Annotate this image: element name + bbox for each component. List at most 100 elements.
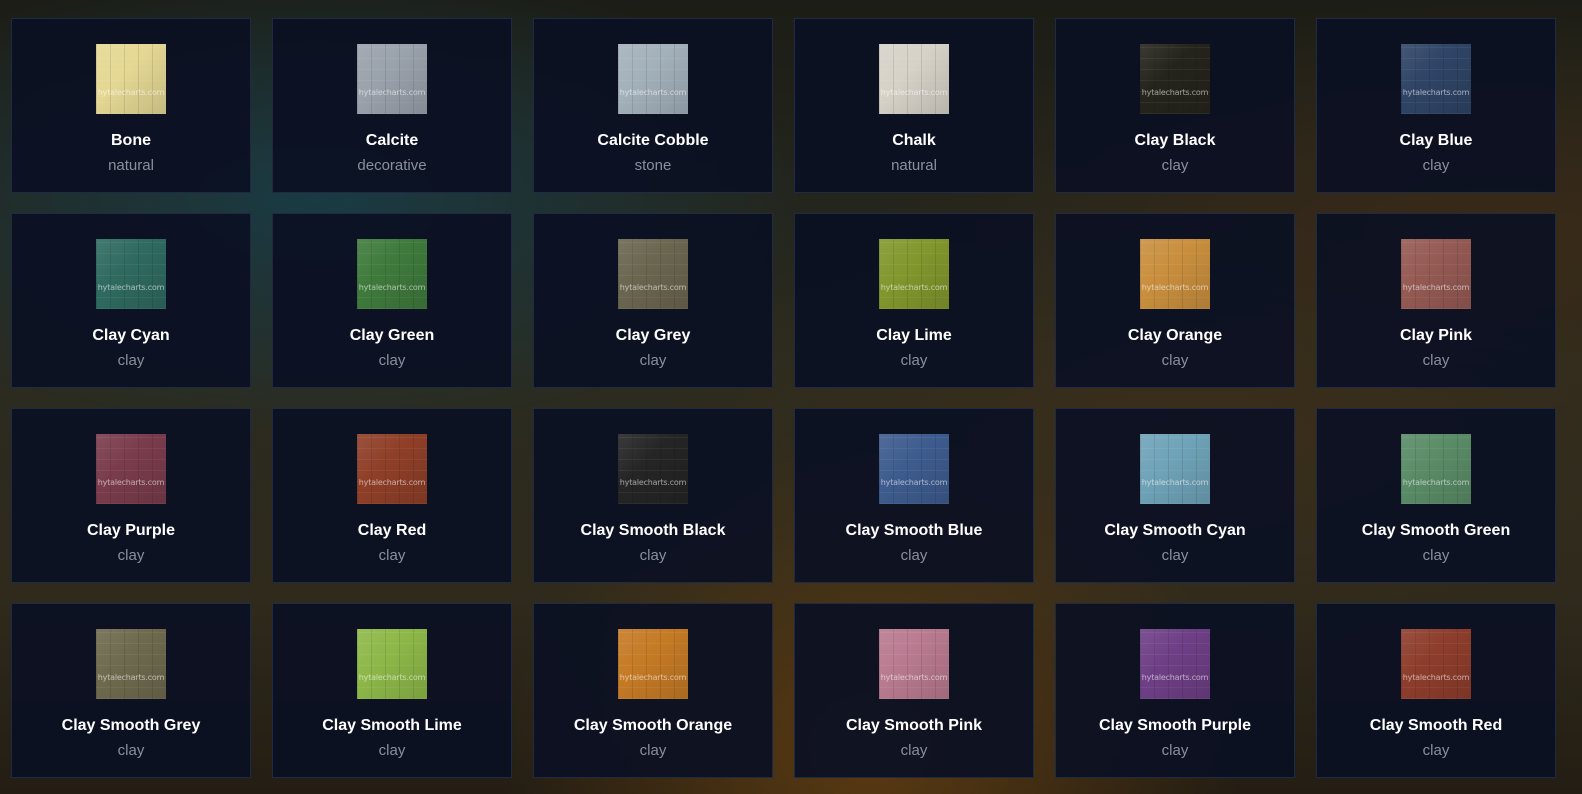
texture-pattern (1401, 44, 1471, 114)
block-texture: hytalecharts.com (879, 44, 949, 114)
block-category: clay (639, 742, 667, 759)
watermark-text: hytalecharts.com (619, 88, 687, 97)
block-name: Clay Smooth Orange (573, 717, 733, 734)
block-card[interactable]: hytalecharts.com Clay Blue clay (1316, 18, 1556, 193)
texture-pattern (357, 629, 427, 699)
block-name: Clay Black (1134, 132, 1216, 149)
block-name: Clay Smooth Black (580, 522, 726, 539)
block-texture: hytalecharts.com (879, 629, 949, 699)
block-category: clay (900, 742, 928, 759)
block-texture: hytalecharts.com (879, 239, 949, 309)
block-category: clay (1161, 352, 1189, 369)
block-category: natural (891, 157, 937, 174)
block-category: decorative (357, 157, 427, 174)
block-texture: hytalecharts.com (96, 44, 166, 114)
texture-pattern (879, 434, 949, 504)
block-card[interactable]: hytalecharts.com Clay Smooth Red clay (1316, 603, 1556, 778)
block-name: Clay Smooth Blue (845, 522, 983, 539)
texture-pattern (618, 629, 688, 699)
block-card[interactable]: hytalecharts.com Clay Smooth Green clay (1316, 408, 1556, 583)
block-name: Clay Smooth Green (1361, 522, 1511, 539)
block-category: clay (117, 547, 145, 564)
watermark-text: hytalecharts.com (358, 283, 426, 292)
block-card[interactable]: hytalecharts.com Clay Pink clay (1316, 213, 1556, 388)
texture-pattern (879, 44, 949, 114)
watermark-text: hytalecharts.com (619, 673, 687, 682)
texture-pattern (879, 239, 949, 309)
block-name: Clay Blue (1399, 132, 1473, 149)
watermark-text: hytalecharts.com (358, 673, 426, 682)
block-name: Clay Red (357, 522, 427, 539)
block-category: clay (1422, 157, 1450, 174)
block-texture: hytalecharts.com (357, 629, 427, 699)
watermark-text: hytalecharts.com (1141, 283, 1209, 292)
watermark-text: hytalecharts.com (97, 283, 165, 292)
block-category: clay (1161, 547, 1189, 564)
block-name: Clay Pink (1399, 327, 1473, 344)
block-texture: hytalecharts.com (1140, 434, 1210, 504)
block-card[interactable]: hytalecharts.com Bone natural (11, 18, 251, 193)
block-texture: hytalecharts.com (357, 434, 427, 504)
watermark-text: hytalecharts.com (97, 673, 165, 682)
block-card[interactable]: hytalecharts.com Clay Smooth Blue clay (794, 408, 1034, 583)
block-category: clay (117, 352, 145, 369)
block-category: clay (1422, 742, 1450, 759)
block-name: Clay Purple (86, 522, 176, 539)
watermark-text: hytalecharts.com (1141, 673, 1209, 682)
block-name: Bone (111, 132, 151, 149)
block-card[interactable]: hytalecharts.com Clay Smooth Cyan clay (1055, 408, 1295, 583)
block-name: Calcite (365, 132, 419, 149)
texture-pattern (96, 239, 166, 309)
block-card[interactable]: hytalecharts.com Clay Grey clay (533, 213, 773, 388)
block-name: Clay Cyan (92, 327, 170, 344)
block-grid: hytalecharts.com Bone natural hytalechar… (11, 18, 1571, 778)
texture-pattern (357, 44, 427, 114)
block-name: Clay Smooth Lime (322, 717, 462, 734)
block-name: Clay Smooth Red (1369, 717, 1503, 734)
texture-pattern (1401, 629, 1471, 699)
watermark-text: hytalecharts.com (880, 283, 948, 292)
block-card[interactable]: hytalecharts.com Chalk natural (794, 18, 1034, 193)
block-card[interactable]: hytalecharts.com Clay Smooth Orange clay (533, 603, 773, 778)
block-name: Clay Orange (1127, 327, 1223, 344)
block-card[interactable]: hytalecharts.com Clay Smooth Pink clay (794, 603, 1034, 778)
block-texture: hytalecharts.com (1401, 434, 1471, 504)
block-card[interactable]: hytalecharts.com Clay Orange clay (1055, 213, 1295, 388)
block-category: clay (1422, 352, 1450, 369)
block-texture: hytalecharts.com (1401, 44, 1471, 114)
block-name: Clay Lime (876, 327, 952, 344)
block-card[interactable]: hytalecharts.com Clay Purple clay (11, 408, 251, 583)
block-card[interactable]: hytalecharts.com Clay Smooth Purple clay (1055, 603, 1295, 778)
block-card[interactable]: hytalecharts.com Clay Smooth Lime clay (272, 603, 512, 778)
block-texture: hytalecharts.com (1401, 629, 1471, 699)
block-card[interactable]: hytalecharts.com Clay Cyan clay (11, 213, 251, 388)
block-card[interactable]: hytalecharts.com Clay Black clay (1055, 18, 1295, 193)
block-card[interactable]: hytalecharts.com Calcite Cobble stone (533, 18, 773, 193)
block-card[interactable]: hytalecharts.com Clay Smooth Grey clay (11, 603, 251, 778)
watermark-text: hytalecharts.com (880, 478, 948, 487)
block-card[interactable]: hytalecharts.com Clay Lime clay (794, 213, 1034, 388)
block-card[interactable]: hytalecharts.com Clay Green clay (272, 213, 512, 388)
watermark-text: hytalecharts.com (1402, 673, 1470, 682)
watermark-text: hytalecharts.com (358, 88, 426, 97)
block-name: Clay Smooth Purple (1098, 717, 1252, 734)
block-category: clay (900, 547, 928, 564)
texture-pattern (357, 239, 427, 309)
block-category: clay (1422, 547, 1450, 564)
block-name: Clay Green (349, 327, 435, 344)
block-card[interactable]: hytalecharts.com Clay Red clay (272, 408, 512, 583)
texture-pattern (357, 434, 427, 504)
block-name: Clay Smooth Cyan (1104, 522, 1246, 539)
watermark-text: hytalecharts.com (1402, 88, 1470, 97)
block-card[interactable]: hytalecharts.com Clay Smooth Black clay (533, 408, 773, 583)
texture-pattern (96, 434, 166, 504)
block-category: clay (378, 547, 406, 564)
block-texture: hytalecharts.com (357, 44, 427, 114)
block-card[interactable]: hytalecharts.com Calcite decorative (272, 18, 512, 193)
block-texture: hytalecharts.com (618, 434, 688, 504)
watermark-text: hytalecharts.com (97, 478, 165, 487)
block-name: Clay Grey (615, 327, 691, 344)
block-category: clay (900, 352, 928, 369)
block-texture: hytalecharts.com (357, 239, 427, 309)
block-texture: hytalecharts.com (96, 239, 166, 309)
